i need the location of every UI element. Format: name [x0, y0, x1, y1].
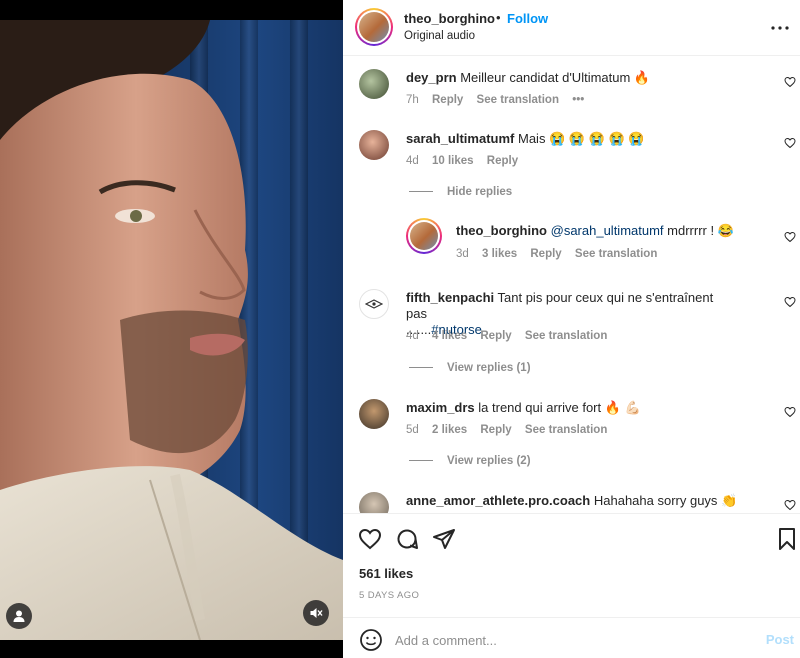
heart-icon[interactable] [784, 296, 796, 308]
post-header: theo_borghino • Follow Original audio [343, 0, 800, 56]
avatar[interactable] [359, 69, 389, 99]
avatar[interactable] [359, 289, 389, 319]
comment-text: la trend qui arrive fort 🔥 💪🏻 [478, 400, 641, 415]
letterbox-bottom [0, 640, 343, 658]
comment-likes[interactable]: 10 likes [432, 155, 474, 167]
author-username[interactable]: theo_borghino [404, 11, 495, 26]
comment-username[interactable]: anne_amor_athlete.pro.coach [406, 493, 590, 508]
see-translation-button[interactable]: See translation [575, 248, 657, 260]
comment-item: maxim_drs la trend qui arrive fort 🔥 💪🏻 … [343, 397, 800, 447]
see-translation-button[interactable]: See translation [525, 424, 607, 436]
post-details-panel: theo_borghino • Follow Original audio de… [343, 0, 800, 658]
emoji-icon[interactable] [359, 628, 383, 652]
reply-button[interactable]: Reply [480, 330, 511, 342]
person-illustration [0, 20, 343, 640]
heart-icon[interactable] [784, 137, 796, 149]
comment-options-button[interactable]: ••• [572, 94, 584, 106]
comment-username[interactable]: fifth_kenpachi [406, 290, 494, 305]
comment-username[interactable]: dey_prn [406, 70, 457, 85]
audio-label[interactable]: Original audio [404, 30, 475, 42]
more-horizontal-icon[interactable] [770, 18, 790, 38]
comment-username[interactable]: theo_borghino [456, 223, 547, 238]
comments-list[interactable]: dey_prn Meilleur candidat d'Ultimatum 🔥 … [343, 57, 800, 513]
reply-button[interactable]: Reply [480, 424, 511, 436]
view-replies-button[interactable]: View replies (2) [409, 455, 531, 467]
comment-likes[interactable]: 2 likes [432, 424, 467, 436]
account-icon[interactable] [6, 603, 32, 629]
share-icon[interactable] [432, 527, 456, 551]
see-translation-button[interactable]: See translation [525, 330, 607, 342]
comment-composer: Post [343, 617, 800, 658]
comment-item: dey_prn Meilleur candidat d'Ultimatum 🔥 … [343, 67, 800, 117]
comment-likes[interactable]: 4 likes [432, 330, 467, 342]
avatar[interactable] [359, 130, 389, 160]
comment-time: 4d [406, 155, 419, 167]
reply-button[interactable]: Reply [487, 155, 518, 167]
comment-text: Hahahaha sorry guys 👏 [593, 493, 738, 508]
comment-item: anne_amor_athlete.pro.coach Hahahaha sor… [343, 490, 800, 513]
follow-button[interactable]: Follow [507, 11, 548, 26]
post-actions: 561 likes 5 DAYS AGO [343, 513, 800, 617]
avatar[interactable] [359, 399, 389, 429]
post-comment-button[interactable]: Post [766, 632, 794, 647]
comment-time: 3d [456, 248, 469, 260]
likes-count[interactable]: 561 likes [359, 566, 413, 581]
author-avatar[interactable] [355, 8, 393, 46]
comment-text: mdrrrrr ! 😂 [663, 223, 734, 238]
avatar[interactable] [406, 218, 442, 254]
mention-link[interactable]: @sarah_ultimatumf [551, 223, 664, 238]
comment-likes[interactable]: 3 likes [482, 248, 517, 260]
post-date: 5 DAYS AGO [359, 590, 420, 601]
reply-button[interactable]: Reply [530, 248, 561, 260]
comment-item: fifth_kenpachi Tant pis pour ceux qui ne… [343, 287, 800, 357]
reply-item: theo_borghino @sarah_ultimatumf mdrrrrr … [343, 217, 800, 267]
comment-input[interactable] [395, 630, 735, 650]
comment-time: 4d [406, 330, 419, 342]
comment-username[interactable]: maxim_drs [406, 400, 475, 415]
post-viewer: theo_borghino • Follow Original audio de… [0, 0, 800, 658]
video-player[interactable] [0, 0, 343, 658]
heart-icon[interactable] [784, 499, 796, 511]
comment-text: Meilleur candidat d'Ultimatum 🔥 [460, 70, 651, 85]
reply-button[interactable]: Reply [432, 94, 463, 106]
heart-icon[interactable] [358, 527, 382, 551]
separator-dot: • [496, 10, 501, 25]
view-replies-button[interactable]: View replies (1) [409, 362, 531, 374]
comment-icon[interactable] [395, 527, 419, 551]
heart-icon[interactable] [784, 76, 796, 88]
bookmark-icon[interactable] [775, 527, 799, 551]
comment-time: 5d [406, 424, 419, 436]
comment-item: sarah_ultimatumf Mais 😭 😭 😭 😭 😭 4d 10 li… [343, 128, 800, 178]
heart-icon[interactable] [784, 406, 796, 418]
comment-time: 7h [406, 94, 419, 106]
mute-icon[interactable] [303, 600, 329, 626]
comment-text: Mais 😭 😭 😭 😭 😭 [518, 131, 645, 146]
heart-icon[interactable] [784, 231, 796, 243]
letterbox-top [0, 0, 343, 20]
video-frame[interactable] [0, 20, 343, 640]
see-translation-button[interactable]: See translation [477, 94, 559, 106]
hide-replies-button[interactable]: Hide replies [409, 186, 512, 198]
avatar[interactable] [359, 492, 389, 513]
comment-username[interactable]: sarah_ultimatumf [406, 131, 514, 146]
